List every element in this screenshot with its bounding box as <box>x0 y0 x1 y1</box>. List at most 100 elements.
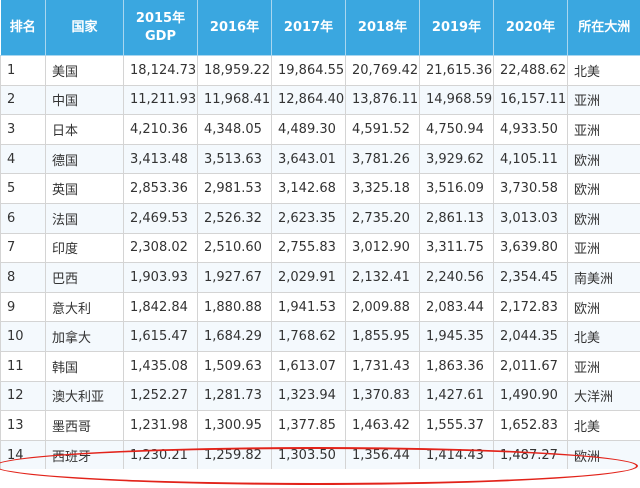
cell-gdp-2018: 1,356.44 <box>345 439 420 470</box>
cell-country: 澳大利亚 <box>45 380 124 412</box>
cell-gdp-2018: 3,325.18 <box>345 173 420 204</box>
cell-gdp-2019: 2,240.56 <box>419 262 494 293</box>
cell-rank: 2 <box>0 84 46 116</box>
cell-country: 美国 <box>45 55 124 86</box>
cell-gdp-2016: 11,968.41 <box>197 84 272 116</box>
cell-gdp-2016: 1,281.73 <box>197 380 272 412</box>
cell-continent: 北美 <box>567 55 640 86</box>
cell-gdp-2018: 1,731.43 <box>345 350 420 382</box>
cell-gdp-2018: 3,781.26 <box>345 143 420 175</box>
cell-country: 日本 <box>45 114 124 145</box>
cell-continent: 亚洲 <box>567 114 640 145</box>
header-continent: 所在大洲 <box>567 0 640 56</box>
table-row: 13 墨西哥 1,231.98 1,300.95 1,377.85 1,463.42 1,5… <box>0 410 640 441</box>
cell-gdp-2017: 1,323.94 <box>271 380 346 412</box>
cell-gdp-2018: 2,132.41 <box>345 262 420 293</box>
table-row: 11 韩国 1,435.08 1,509.63 1,613.07 1,731.43 1,86… <box>0 350 640 382</box>
cell-gdp-2019: 3,516.09 <box>419 173 494 204</box>
header-2016: 2016年 <box>197 0 272 56</box>
cell-gdp-2019: 14,968.59 <box>419 84 494 116</box>
cell-gdp-2019: 1,945.35 <box>419 321 494 352</box>
cell-continent: 欧洲 <box>567 173 640 204</box>
cell-country: 西班牙 <box>45 439 124 470</box>
cell-gdp-2019: 1,863.36 <box>419 350 494 382</box>
cell-gdp-2019: 21,615.36 <box>419 55 494 86</box>
cell-gdp-2018: 4,591.52 <box>345 114 420 145</box>
cell-country: 加拿大 <box>45 321 124 352</box>
cell-gdp-2020: 4,105.11 <box>493 143 568 175</box>
cell-gdp-2015: 1,252.27 <box>123 380 198 412</box>
cell-gdp-2019: 2,083.44 <box>419 291 494 323</box>
cell-gdp-2018: 2,009.88 <box>345 291 420 323</box>
cell-continent: 欧洲 <box>567 291 640 323</box>
header-2020: 2020年 <box>493 0 568 56</box>
cell-gdp-2016: 1,684.29 <box>197 321 272 352</box>
cell-gdp-2018: 20,769.42 <box>345 55 420 86</box>
cell-gdp-2020: 1,652.83 <box>493 410 568 441</box>
cell-continent: 亚洲 <box>567 350 640 382</box>
cell-rank: 7 <box>0 232 46 264</box>
cell-gdp-2017: 1,377.85 <box>271 410 346 441</box>
cell-gdp-2015: 4,210.36 <box>123 114 198 145</box>
cell-continent: 亚洲 <box>567 232 640 264</box>
cell-gdp-2020: 4,933.50 <box>493 114 568 145</box>
cell-rank: 5 <box>0 173 46 204</box>
cell-gdp-2020: 2,172.83 <box>493 291 568 323</box>
cell-country: 中国 <box>45 84 124 116</box>
table-row: 7 印度 2,308.02 2,510.60 2,755.83 3,012.90 3,311… <box>0 232 640 264</box>
cell-country: 德国 <box>45 143 124 175</box>
cell-continent: 欧洲 <box>567 439 640 470</box>
header-row: 排名 国家 2015年 GDP 2016年 2017年 2018年 2019年 2… <box>0 0 640 56</box>
cell-gdp-2020: 3,730.58 <box>493 173 568 204</box>
table-row: 5 英国 2,853.36 2,981.53 3,142.68 3,325.18 3,516… <box>0 173 640 204</box>
cell-gdp-2019: 2,861.13 <box>419 202 494 234</box>
header-2018: 2018年 <box>345 0 420 56</box>
cell-rank: 3 <box>0 114 46 145</box>
cell-gdp-2016: 2,510.60 <box>197 232 272 264</box>
cell-gdp-2018: 2,735.20 <box>345 202 420 234</box>
cell-rank: 12 <box>0 380 46 412</box>
cell-continent: 欧洲 <box>567 143 640 175</box>
table-row: 9 意大利 1,842.84 1,880.88 1,941.53 2,009.88 2,08… <box>0 291 640 323</box>
cell-gdp-2020: 3,639.80 <box>493 232 568 264</box>
cell-gdp-2017: 3,142.68 <box>271 173 346 204</box>
cell-gdp-2016: 18,959.22 <box>197 55 272 86</box>
header-country: 国家 <box>45 0 124 56</box>
header-2015-bottom: GDP <box>145 28 176 44</box>
cell-gdp-2020: 16,157.11 <box>493 84 568 116</box>
table-row: 4 德国 3,413.48 3,513.63 3,643.01 3,781.26 3,929… <box>0 143 640 175</box>
cell-gdp-2016: 1,300.95 <box>197 410 272 441</box>
cell-gdp-2019: 1,414.43 <box>419 439 494 470</box>
header-2019: 2019年 <box>419 0 494 56</box>
cell-gdp-2017: 1,303.50 <box>271 439 346 470</box>
cell-gdp-2019: 1,427.61 <box>419 380 494 412</box>
cell-gdp-2018: 13,876.11 <box>345 84 420 116</box>
table-row: 14 西班牙 1,230.21 1,259.82 1,303.50 1,356.44 1,4… <box>0 439 640 470</box>
table-row: 1 美国 18,124.73 18,959.22 19,864.55 20,769.42 2… <box>0 55 640 86</box>
header-2015-top: 2015年 <box>135 10 186 26</box>
header-2015-gdp: 2015年 GDP <box>123 0 198 56</box>
cell-gdp-2017: 1,613.07 <box>271 350 346 382</box>
header-2017: 2017年 <box>271 0 346 56</box>
cell-gdp-2015: 2,469.53 <box>123 202 198 234</box>
table-row: 3 日本 4,210.36 4,348.05 4,489.30 4,591.52 4,750… <box>0 114 640 145</box>
cell-gdp-2020: 2,354.45 <box>493 262 568 293</box>
cell-gdp-2015: 3,413.48 <box>123 143 198 175</box>
cell-gdp-2015: 1,903.93 <box>123 262 198 293</box>
cell-gdp-2015: 11,211.93 <box>123 84 198 116</box>
cell-gdp-2018: 3,012.90 <box>345 232 420 264</box>
table-row: 2 中国 11,211.93 11,968.41 12,864.40 13,876.11 1… <box>0 84 640 116</box>
cell-gdp-2018: 1,463.42 <box>345 410 420 441</box>
cell-rank: 13 <box>0 410 46 441</box>
cell-gdp-2016: 1,509.63 <box>197 350 272 382</box>
cell-gdp-2015: 18,124.73 <box>123 55 198 86</box>
table-row: 12 澳大利亚 1,252.27 1,281.73 1,323.94 1,370.83 1,… <box>0 380 640 412</box>
cell-gdp-2015: 2,853.36 <box>123 173 198 204</box>
cell-rank: 8 <box>0 262 46 293</box>
cell-gdp-2020: 3,013.03 <box>493 202 568 234</box>
cell-rank: 11 <box>0 350 46 382</box>
cell-gdp-2016: 2,981.53 <box>197 173 272 204</box>
cell-gdp-2016: 4,348.05 <box>197 114 272 145</box>
cell-gdp-2015: 1,230.21 <box>123 439 198 470</box>
cell-gdp-2015: 2,308.02 <box>123 232 198 264</box>
